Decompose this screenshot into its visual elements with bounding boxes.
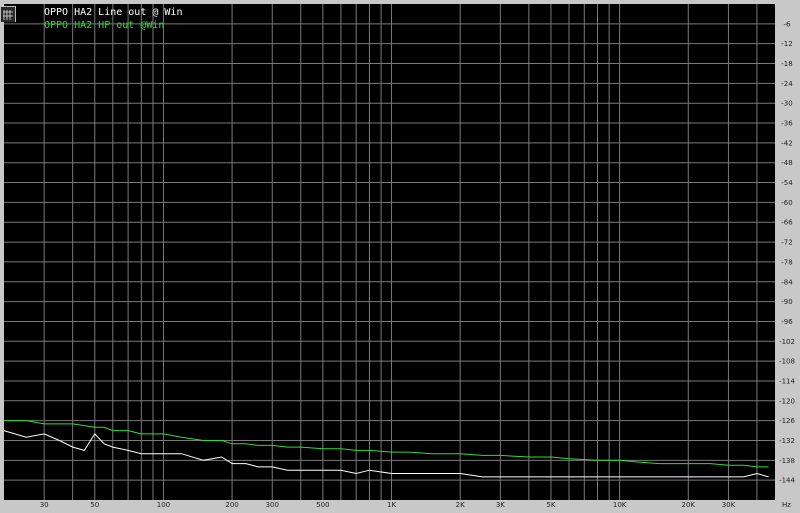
x-tick-label: 10K bbox=[613, 501, 627, 509]
y-tick-label: -66 bbox=[781, 219, 793, 227]
y-tick-label: -36 bbox=[781, 120, 793, 128]
y-tick-label: -138 bbox=[779, 457, 795, 465]
y-tick-label: -18 bbox=[781, 60, 792, 68]
legend-graph-icon bbox=[0, 6, 16, 22]
x-tick-label: 5K bbox=[546, 501, 555, 509]
y-tick-label: -24 bbox=[781, 80, 793, 88]
y-tick-label: -108 bbox=[779, 358, 795, 366]
y-tick-label: -102 bbox=[779, 338, 795, 346]
x-tick-label: 100 bbox=[157, 501, 170, 509]
x-tick-label: 500 bbox=[316, 501, 329, 509]
y-tick-label: -144 bbox=[779, 477, 795, 485]
legend-entry-hp-out: OPPO HA2 HP out @Win bbox=[44, 19, 182, 32]
y-tick-label: -30 bbox=[781, 100, 792, 108]
y-tick-label: -12 bbox=[781, 40, 792, 48]
y-tick-label: -114 bbox=[779, 377, 795, 385]
y-tick-label: -90 bbox=[781, 298, 792, 306]
x-tick-label: 30K bbox=[722, 501, 736, 509]
y-tick-label: -48 bbox=[781, 159, 792, 167]
spectrum-chart: 30 50 100 200 300 500 1K 2K 3K 5K 10K 20K 30K -6-12-… bbox=[3, 4, 795, 509]
x-tick-label: 50 bbox=[90, 501, 99, 509]
spectrum-window: 30 50 100 200 300 500 1K 2K 3K 5K 10K 20K 30K -6 -12-… bbox=[0, 0, 800, 513]
y-tick-label: -6 bbox=[784, 20, 792, 28]
y-tick-label: -54 bbox=[781, 179, 793, 187]
legend-entry-line-out: OPPO HA2 Line out @ Win bbox=[44, 6, 182, 19]
x-tick-labels: 30 50 100 200 300 500 1K 2K 3K 5K 10K 20K 30K bbox=[40, 501, 736, 509]
legend-label-hp-out: OPPO HA2 HP out @Win bbox=[44, 20, 165, 31]
y-tick-label: -120 bbox=[779, 397, 795, 405]
y-tick-label: -132 bbox=[779, 437, 795, 445]
x-tick-label: 20K bbox=[682, 501, 696, 509]
y-tick-label: -78 bbox=[781, 258, 792, 266]
legend-label-line-out: OPPO HA2 Line out @ Win bbox=[44, 7, 183, 18]
y-tick-label: -126 bbox=[779, 417, 795, 425]
y-tick-labels: -6 -12 -18 -24 -30 -36 -42 -48 -54 -60 -66 -72 -78 -8… bbox=[779, 20, 795, 484]
x-unit-label: Hz bbox=[782, 501, 791, 509]
x-tick-label: 2K bbox=[456, 501, 465, 509]
x-tick-label: 3K bbox=[496, 501, 505, 509]
x-tick-label: 300 bbox=[266, 501, 279, 509]
plot-area bbox=[4, 4, 775, 500]
y-tick-label: -42 bbox=[781, 139, 792, 147]
y-tick-label: -96 bbox=[781, 318, 793, 326]
legend: OPPO HA2 Line out @ Win OPPO HA2 HP out … bbox=[44, 6, 182, 32]
y-tick-label: -72 bbox=[781, 239, 792, 247]
y-tick-label: -84 bbox=[781, 278, 793, 286]
x-tick-label: 30 bbox=[40, 501, 49, 509]
x-tick-label: 1K bbox=[387, 501, 396, 509]
x-tick-label: 200 bbox=[225, 501, 238, 509]
y-tick-label: -60 bbox=[781, 199, 792, 207]
